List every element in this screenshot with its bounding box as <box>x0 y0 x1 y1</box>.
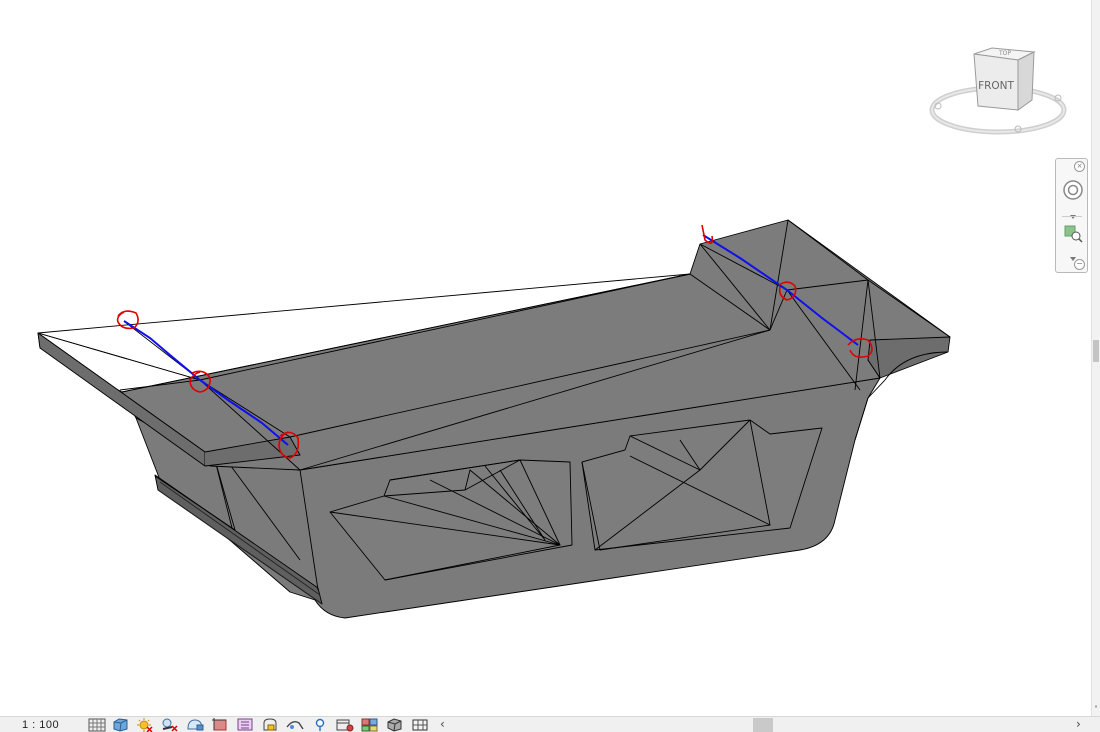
navigation-bar-divider <box>1062 216 1082 217</box>
detail-level-icon[interactable] <box>87 717 107 732</box>
temporary-hide-icon[interactable] <box>285 717 305 732</box>
view-control-bar: 1 : 100 ‹ › <box>0 716 1100 732</box>
scroll-down-icon[interactable]: ˅ <box>1092 705 1100 714</box>
chevron-down-icon[interactable] <box>1070 205 1076 219</box>
navigation-bar: × − <box>1055 158 1088 273</box>
unlock-3d-view-icon[interactable] <box>260 717 280 732</box>
zoom-region-icon[interactable] <box>1063 223 1083 243</box>
view-scale[interactable]: 1 : 100 <box>22 718 59 732</box>
temporary-view-properties-icon[interactable] <box>335 717 355 732</box>
scroll-left-icon[interactable]: ‹ <box>440 717 445 731</box>
analytical-model-icon[interactable] <box>410 717 430 732</box>
steering-wheel-icon[interactable] <box>1062 179 1084 201</box>
navigation-bar-close-icon[interactable]: × <box>1074 161 1085 172</box>
highlight-displacement-icon[interactable] <box>385 717 405 732</box>
render-icon[interactable] <box>185 717 205 732</box>
chevron-down-icon[interactable] <box>1070 247 1076 261</box>
visual-style-icon[interactable] <box>110 717 130 732</box>
worksharing-display-icon[interactable] <box>360 717 380 732</box>
shadows-icon[interactable] <box>160 717 180 732</box>
navigation-bar-minimize-icon[interactable]: − <box>1074 259 1085 270</box>
vertical-scrollbar[interactable]: ˅ <box>1091 0 1100 716</box>
show-crop-region-icon[interactable] <box>235 717 255 732</box>
sun-path-icon[interactable] <box>134 717 154 732</box>
scroll-right-icon[interactable]: › <box>1076 717 1081 731</box>
reveal-hidden-icon[interactable] <box>310 717 330 732</box>
viewcube[interactable]: TOP FRONT <box>926 40 1076 144</box>
viewcube-cube <box>973 47 1036 111</box>
horizontal-scrollbar-thumb[interactable] <box>753 718 773 732</box>
vertical-scrollbar-thumb[interactable] <box>1093 340 1099 362</box>
viewcube-front-label: FRONT <box>978 80 1014 92</box>
viewcube-top-label: TOP <box>998 50 1011 57</box>
crop-view-icon[interactable] <box>210 717 230 732</box>
